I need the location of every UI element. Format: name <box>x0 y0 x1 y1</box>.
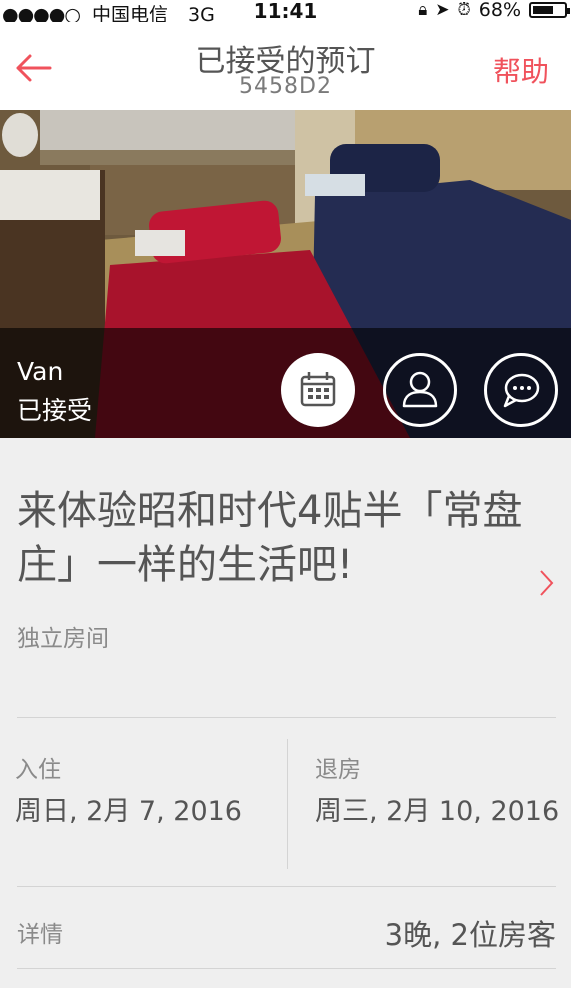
room-type: 独立房间 <box>17 626 109 652</box>
reservation-status: 已接受 <box>17 396 93 425</box>
help-button[interactable]: 帮助 <box>493 50 549 90</box>
battery-percent: 68% <box>478 0 521 21</box>
listing-title[interactable]: 来体验昭和时代4贴半「常盘庄」一样的生活吧! <box>17 484 527 592</box>
user-icon <box>402 371 438 408</box>
status-right: 🔒︎ ➤ ⏰︎ 68% <box>418 0 570 21</box>
details-value: 3晚, 2位房客 <box>384 918 556 952</box>
calendar-button[interactable] <box>281 353 355 427</box>
vertical-divider <box>287 739 288 869</box>
reservation-code: 5458D2 <box>239 74 332 99</box>
checkout-date: 周三, 2月 10, 2016 <box>315 796 560 827</box>
calendar-icon <box>300 372 336 407</box>
chat-bubble-icon <box>503 373 540 408</box>
rotation-lock-icon: 🔒︎ <box>418 0 428 20</box>
battery-nub <box>567 8 570 14</box>
status-bar: ●●●●○ 中国电信 3G 11:41 🔒︎ ➤ ⏰︎ 68% <box>0 0 571 26</box>
divider <box>17 968 556 969</box>
checkout-label: 退房 <box>315 757 361 783</box>
alarm-icon: ⏰︎ <box>457 0 471 20</box>
checkin-date: 周日, 2月 7, 2016 <box>15 796 242 827</box>
listing-photo[interactable]: Van 已接受 <box>0 110 571 438</box>
battery-fill <box>533 6 554 14</box>
status-time: 11:41 <box>253 0 318 23</box>
details-label: 详情 <box>17 922 63 948</box>
divider <box>17 717 556 718</box>
message-host-button[interactable] <box>484 353 558 427</box>
divider <box>17 886 556 887</box>
nav-bar: 已接受的预订 5458D2 帮助 <box>0 22 571 110</box>
location-icon: ➤ <box>435 0 450 20</box>
host-name: Van <box>17 357 64 386</box>
chevron-right-icon[interactable] <box>536 568 556 598</box>
checkin-label: 入住 <box>15 757 61 783</box>
host-profile-button[interactable] <box>383 353 457 427</box>
battery-icon <box>529 2 570 18</box>
